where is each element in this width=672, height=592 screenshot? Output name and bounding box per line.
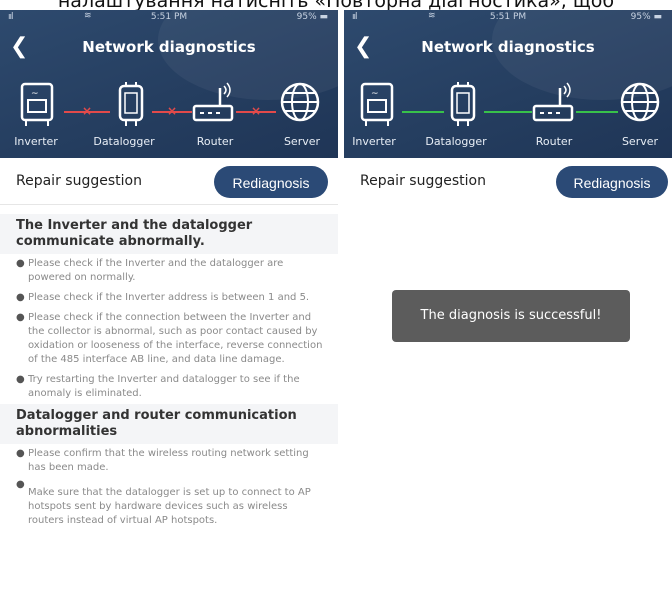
device-label-inverter: Inverter [352, 135, 396, 148]
repair-bar: Repair suggestion Rediagnosis [0, 158, 338, 205]
datalogger-icon [440, 80, 490, 128]
success-toast: The diagnosis is successful! [392, 290, 630, 342]
device-label-server: Server [621, 135, 659, 148]
error-x-icon: × [251, 104, 262, 118]
repair-suggestion-label: Repair suggestion [360, 173, 486, 189]
signal-icon: ııl [352, 12, 357, 22]
svg-text:~: ~ [31, 89, 39, 99]
svg-text:~: ~ [371, 89, 379, 99]
list-item: ● Please check if the Inverter and the da… [16, 258, 284, 283]
list-item: ● Please check if the Inverter address is… [16, 292, 310, 303]
page-title: Network diagnostics [82, 38, 256, 56]
diagnostics-screen-error: ııl ≋ 5:51 PM 95% ▬ ❮ Network diagnostic… [0, 10, 338, 592]
link-router-server [576, 111, 618, 113]
device-label-datalogger: Datalogger [425, 135, 487, 148]
repair-suggestion-label: Repair suggestion [16, 173, 142, 189]
header: ııl ≋ 5:51 PM 95% ▬ ❮ Network diagnostic… [344, 10, 672, 158]
inverter-icon: ~ [356, 80, 406, 128]
list-item: ● Please check if the connection between … [16, 312, 323, 365]
datalogger-icon [108, 80, 158, 128]
list-item: ● Make sure that the datalogger is set up… [16, 479, 311, 526]
status-bar: ııl ≋ 5:51 PM 95% ▬ [344, 10, 672, 24]
device-label-server: Server [283, 135, 321, 148]
device-chain: ~ × × × Inverter Datalogger Router Serve… [0, 74, 338, 154]
signal-icon: ııl [8, 12, 13, 22]
device-label-router: Router [196, 135, 234, 148]
router-icon [530, 80, 580, 128]
repair-bar: Repair suggestion Rediagnosis [344, 158, 672, 204]
header: ııl ≋ 5:51 PM 95% ▬ ❮ Network diagnostic… [0, 10, 338, 158]
battery-icon: 95% ▬ [630, 12, 662, 22]
error-x-icon: × [82, 104, 93, 118]
device-chain: ~ Inverter Datalogger Router Server [344, 74, 672, 154]
globe-icon [616, 80, 666, 128]
router-icon [190, 80, 240, 128]
inverter-icon: ~ [16, 80, 66, 128]
status-time: 5:51 PM [489, 12, 527, 22]
section-heading: Datalogger and router communication abno… [0, 404, 338, 444]
list-item: ● Please confirm that the wireless routin… [16, 448, 309, 473]
link-inverter-datalogger [402, 111, 444, 113]
page-title: Network diagnostics [421, 38, 595, 56]
device-label-datalogger: Datalogger [93, 135, 155, 148]
status-bar: ııl ≋ 5:51 PM 95% ▬ [0, 10, 338, 24]
repair-suggestions: The Inverter and the datalogger communic… [0, 214, 338, 531]
rediagnosis-button[interactable]: Rediagnosis [214, 166, 328, 198]
battery-icon: 95% ▬ [296, 12, 328, 22]
globe-icon [276, 80, 326, 128]
rediagnosis-button[interactable]: Rediagnosis [556, 166, 668, 198]
list-item: ● Try restarting the Inverter and datalog… [16, 374, 300, 399]
status-time: 5:51 PM [150, 12, 188, 22]
device-label-inverter: Inverter [14, 135, 58, 148]
device-label-router: Router [535, 135, 573, 148]
diagnostics-screen-success: ııl ≋ 5:51 PM 95% ▬ ❮ Network diagnostic… [344, 10, 672, 592]
link-datalogger-router [484, 111, 532, 113]
error-x-icon: × [167, 104, 178, 118]
section-heading: The Inverter and the datalogger communic… [0, 214, 338, 254]
wifi-icon: ≋ [84, 11, 92, 21]
wifi-icon: ≋ [428, 11, 436, 21]
